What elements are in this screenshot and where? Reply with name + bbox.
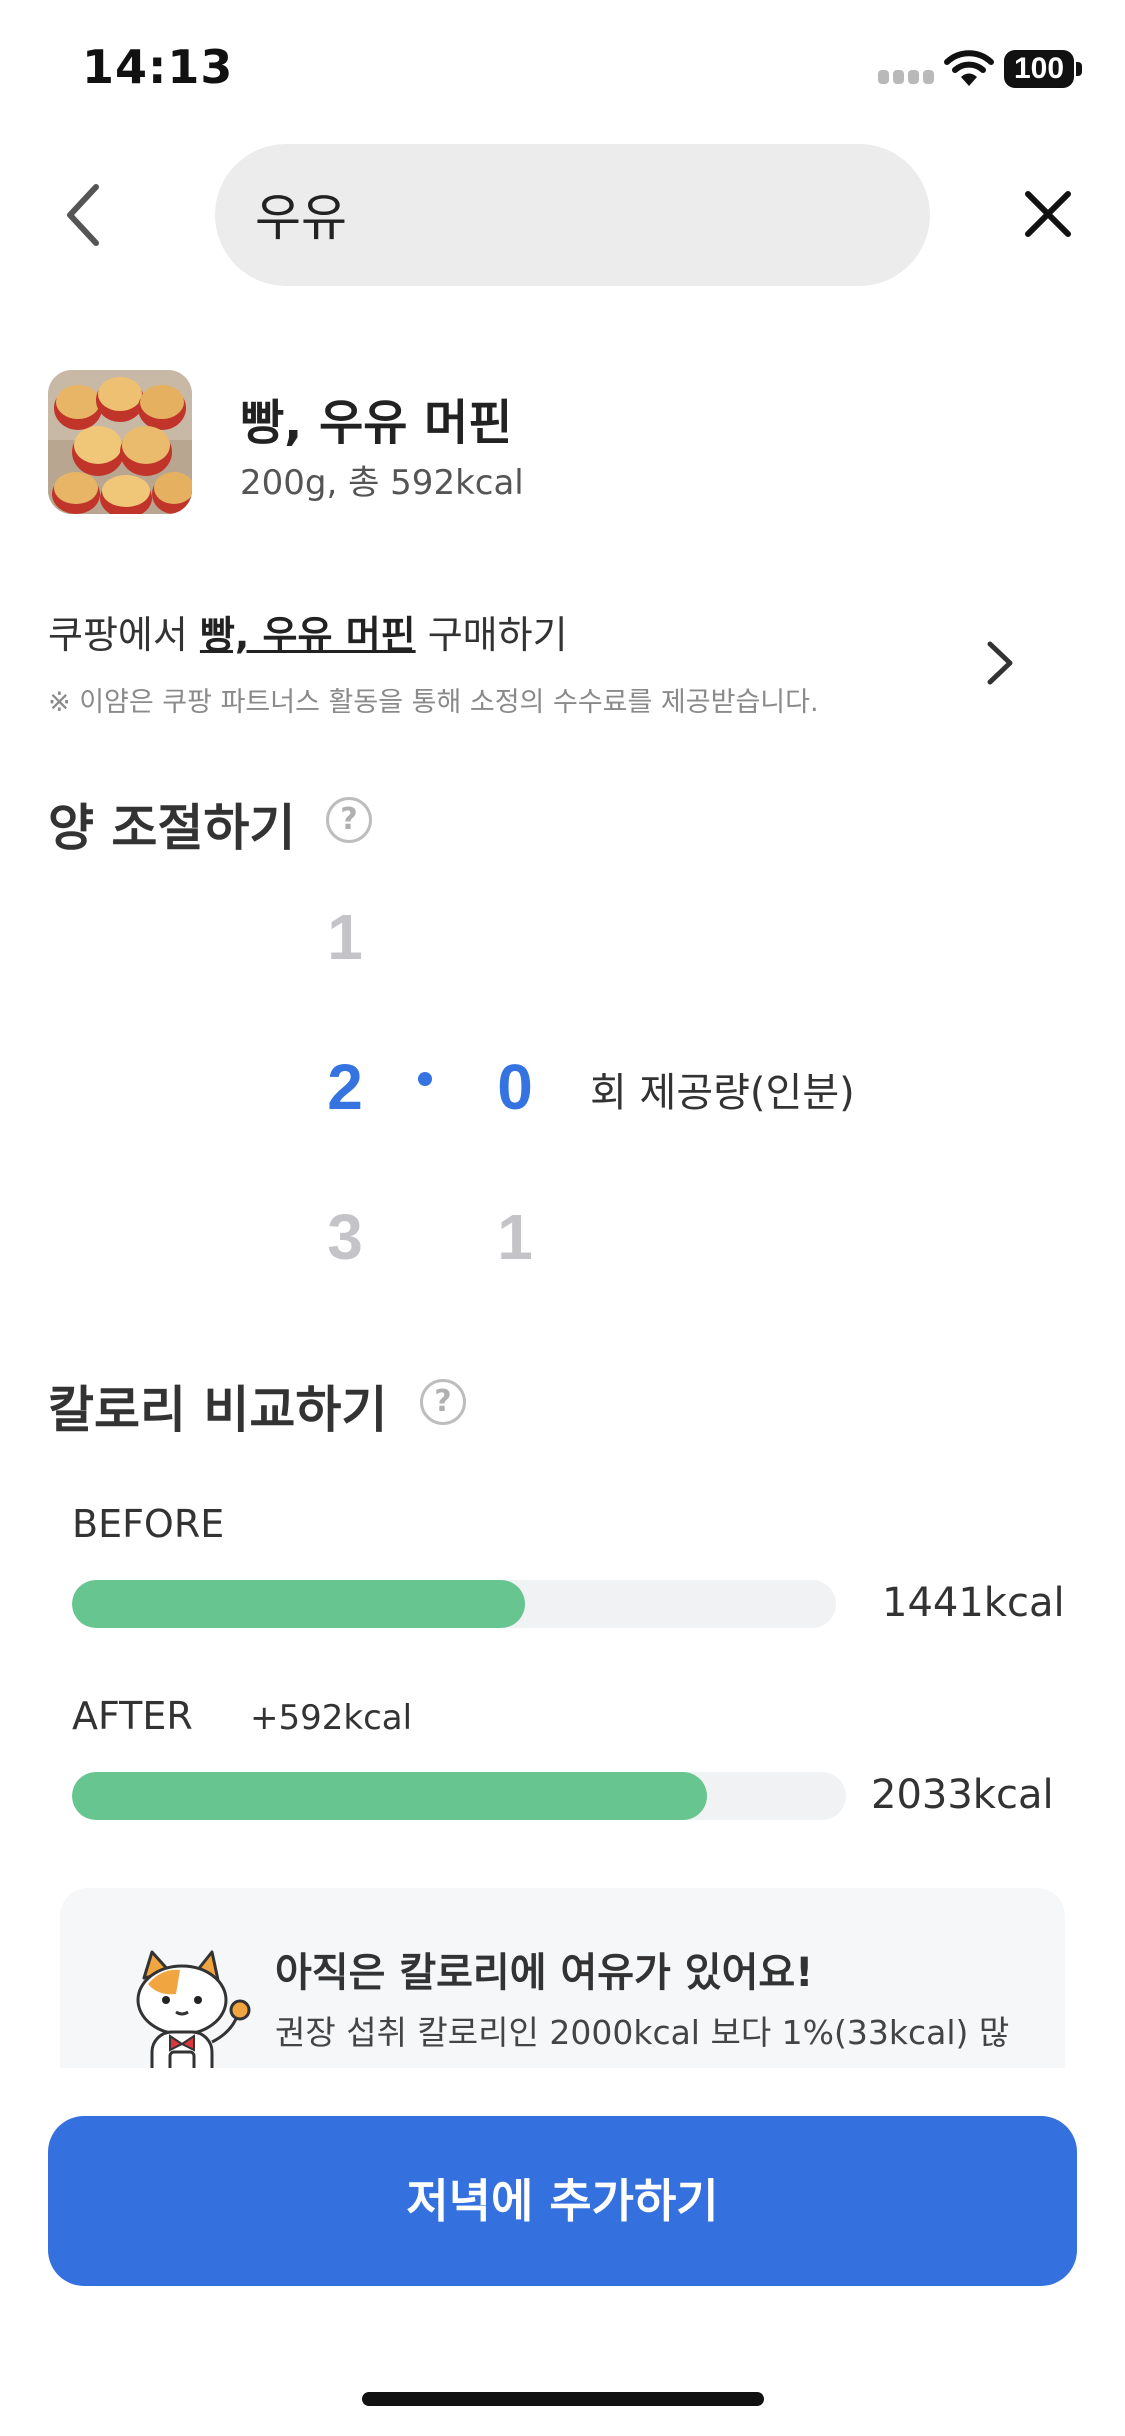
- after-delta: +592kcal: [250, 1698, 413, 1738]
- chevron-left-icon: [67, 184, 99, 246]
- portion-unit-label: 회 제공량(인분): [590, 1070, 855, 1116]
- back-button[interactable]: [50, 175, 120, 255]
- battery-level: 100: [1004, 50, 1074, 88]
- after-value: 2033kcal: [871, 1772, 1054, 1818]
- integer-picker-prev[interactable]: 1: [305, 900, 385, 974]
- after-label: AFTER: [72, 1694, 193, 1738]
- battery-icon: 100: [1004, 50, 1082, 88]
- before-value: 1441kcal: [882, 1580, 1065, 1626]
- info-card-description: 권장 섭취 칼로리인 2000kcal 보다 1%(33kcal) 많: [275, 2013, 1010, 2052]
- calorie-section-title: 칼로리 비교하기: [48, 1381, 388, 1439]
- before-bar-fill: [72, 1580, 526, 1628]
- portion-section-title: 양 조절하기: [48, 799, 296, 857]
- before-label: BEFORE: [72, 1502, 225, 1546]
- coupang-product-name: 빵, 우유 머핀: [199, 613, 416, 657]
- before-bar-track: [72, 1580, 836, 1628]
- cat-mascot-icon: [100, 1948, 280, 2068]
- integer-picker-next[interactable]: 3: [305, 1200, 385, 1274]
- coupang-suffix: 구매하기: [415, 613, 568, 657]
- close-icon: [1025, 191, 1071, 237]
- after-bar-track: [72, 1772, 846, 1820]
- status-time: 14:13: [82, 40, 234, 94]
- decimal-picker-next[interactable]: 1: [475, 1200, 555, 1274]
- after-bar-fill: [72, 1772, 707, 1820]
- search-input-value[interactable]: 우유: [255, 178, 347, 250]
- decimal-picker-selected[interactable]: 0: [475, 1050, 555, 1124]
- decimal-separator: [418, 1072, 432, 1086]
- food-detail: 200g, 총 592kcal: [240, 463, 524, 503]
- portion-help-icon[interactable]: ?: [326, 797, 372, 843]
- home-indicator[interactable]: [362, 2392, 764, 2406]
- integer-picker-selected[interactable]: 2: [305, 1050, 385, 1124]
- close-button[interactable]: [1018, 184, 1078, 244]
- wifi-icon: [944, 48, 994, 88]
- food-image: [48, 370, 192, 514]
- coupang-prefix: 쿠팡에서: [48, 613, 200, 657]
- cellular-signal-icon: [878, 70, 936, 84]
- coupang-purchase-text[interactable]: 쿠팡에서 빵, 우유 머핀 구매하기: [48, 604, 568, 659]
- coupang-disclaimer: ※ 이얌은 쿠팡 파트너스 활동을 통해 소정의 수수료를 제공받습니다.: [48, 687, 819, 718]
- food-name: 빵, 우유 머핀: [240, 395, 513, 451]
- calorie-help-icon[interactable]: ?: [420, 1379, 466, 1425]
- info-card-title: 아직은 칼로리에 여유가 있어요!: [275, 1950, 814, 1996]
- chevron-right-icon[interactable]: [980, 638, 1020, 688]
- add-to-dinner-button[interactable]: 저녁에 추가하기: [48, 2116, 1077, 2286]
